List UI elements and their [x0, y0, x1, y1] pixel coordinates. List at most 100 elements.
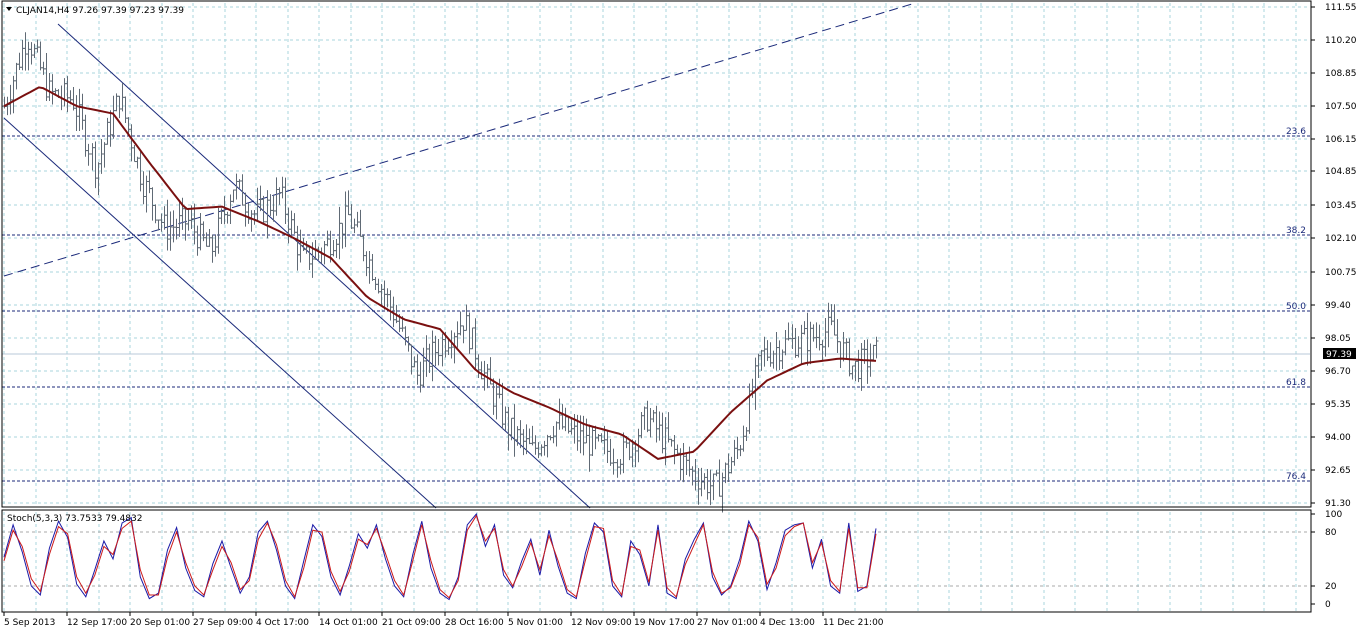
price-bar — [108, 110, 113, 147]
chart-title: CLJAN14,H4 97.26 97.39 97.23 97.39 — [16, 6, 184, 16]
stoch-tick-label: 20 — [1325, 582, 1337, 592]
price-bar — [503, 406, 508, 431]
price-bar — [799, 324, 804, 365]
price-bar — [732, 439, 737, 466]
stoch-axis: 100 80 20 0 — [1311, 510, 1342, 610]
price-bar — [850, 365, 855, 380]
price-tick-label: 92.65 — [1325, 466, 1351, 476]
price-bar — [473, 318, 478, 370]
price-bar — [669, 438, 674, 447]
price-bar — [678, 448, 683, 481]
price-bar — [856, 349, 861, 383]
price-bar — [373, 276, 378, 290]
price-bar — [461, 325, 466, 344]
price-bar — [123, 96, 128, 123]
trend-channel-lines — [3, 3, 913, 509]
chart-frame — [1, 0, 1312, 613]
stochastic-panel — [2, 512, 1310, 601]
fib-level-label: 61.8 — [1286, 378, 1306, 388]
price-bar — [823, 317, 828, 357]
price-bar — [458, 311, 463, 336]
price-bar — [708, 469, 713, 506]
price-bar — [337, 206, 342, 260]
stoch-title: Stoch(5,3,3) 73.7533 79.4832 — [7, 514, 142, 524]
price-chart-window[interactable]: 23.638.250.061.876.4 111.55110.20108.851… — [0, 0, 1362, 630]
price-bar — [62, 78, 67, 107]
price-bar — [467, 312, 472, 354]
price-bar — [74, 95, 79, 131]
price-bar — [23, 32, 28, 71]
price-bar — [542, 440, 547, 456]
price-bar — [355, 211, 360, 228]
price-bar — [738, 444, 743, 457]
price-bar — [424, 335, 429, 377]
price-bar — [249, 210, 254, 232]
time-tick-label: 27 Sep 09:00 — [193, 618, 253, 628]
price-bar — [415, 354, 420, 385]
price-bar — [433, 335, 438, 367]
price-bar — [234, 173, 239, 200]
time-tick-label: 20 Sep 01:00 — [130, 618, 190, 628]
price-bar — [102, 142, 107, 168]
price-bar — [168, 211, 173, 251]
price-bar — [711, 473, 716, 501]
price-bar — [554, 421, 559, 447]
price-bar — [777, 340, 782, 371]
moving-average-line — [3, 86, 877, 460]
price-bar — [65, 76, 70, 113]
price-bar — [198, 213, 203, 251]
price-bar — [231, 189, 236, 203]
price-bar — [286, 207, 291, 244]
price-bar — [409, 344, 414, 375]
price-bar — [225, 211, 230, 224]
price-tick-label: 91.30 — [1325, 499, 1351, 509]
price-bar — [147, 170, 152, 194]
price-bar — [596, 433, 601, 442]
price-bar — [307, 246, 312, 270]
price-tick-label: 110.20 — [1325, 36, 1357, 46]
price-bar — [657, 411, 662, 441]
price-tick-label: 96.70 — [1325, 367, 1351, 377]
price-bar — [340, 222, 345, 249]
price-bar — [527, 428, 532, 445]
price-bar — [771, 350, 776, 369]
price-bar — [645, 400, 650, 433]
price-bar — [77, 88, 82, 132]
channel-lower-line — [3, 117, 437, 509]
time-tick-label: 4 Dec 13:00 — [760, 618, 815, 628]
price-bar — [569, 417, 574, 435]
price-bar — [388, 290, 393, 321]
price-tick-label: 111.55 — [1325, 3, 1357, 13]
price-bar — [871, 344, 876, 361]
price-bar — [141, 171, 146, 205]
price-bar — [581, 415, 586, 456]
price-bar — [156, 219, 161, 231]
price-bar — [648, 408, 653, 438]
price-bar — [385, 288, 390, 308]
time-tick-label: 14 Oct 01:00 — [319, 618, 378, 628]
price-bar — [71, 87, 76, 111]
price-tick-label: 98.05 — [1325, 334, 1351, 344]
chart-header[interactable]: CLJAN14,H4 97.26 97.39 97.23 97.39 — [6, 6, 184, 16]
price-bar — [105, 117, 110, 145]
price-bar — [243, 192, 248, 227]
fib-level-label: 23.6 — [1286, 127, 1306, 137]
price-bar — [80, 93, 85, 130]
price-bar — [174, 218, 179, 240]
time-tick-label: 5 Nov 01:00 — [508, 618, 563, 628]
price-bar — [545, 434, 550, 458]
price-bar — [150, 187, 155, 221]
price-bar — [793, 328, 798, 358]
dropdown-triangle-icon[interactable] — [6, 7, 12, 11]
price-bar — [20, 40, 25, 71]
price-bar — [829, 304, 834, 326]
price-bar — [512, 404, 517, 457]
price-bar — [551, 426, 556, 444]
price-bar — [563, 407, 568, 432]
price-bar — [841, 331, 846, 362]
price-bar — [343, 191, 348, 248]
price-bar — [500, 382, 505, 430]
price-bar — [723, 462, 728, 484]
price-bar — [729, 456, 734, 474]
price-bar — [491, 378, 496, 415]
